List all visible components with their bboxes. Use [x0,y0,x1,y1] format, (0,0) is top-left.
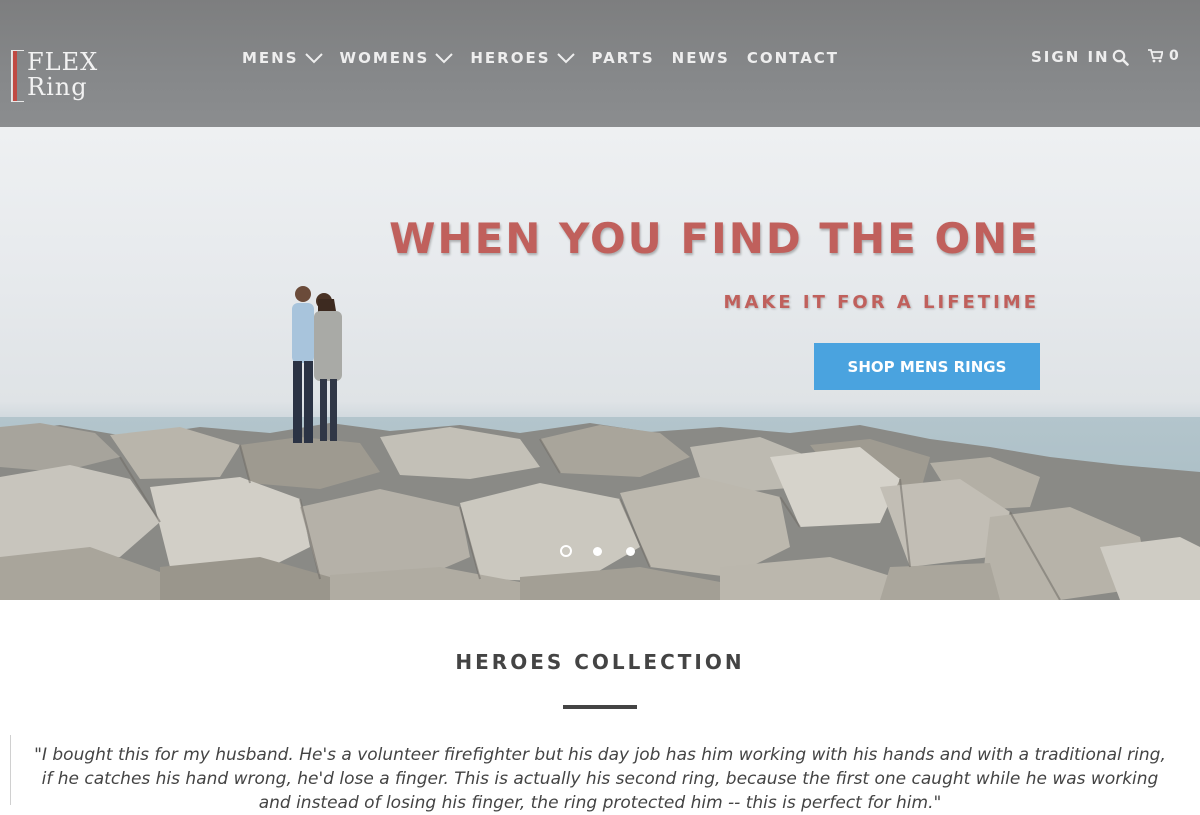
flex-ring-logo[interactable]: FLEX Ring [11,50,117,104]
nav-item-mens[interactable]: MENS [242,49,323,67]
shop-mens-rings-button[interactable]: SHOP MENS RINGS [814,343,1040,390]
nav-item-news[interactable]: NEWS [672,49,730,67]
slide-dot-2[interactable] [593,546,602,556]
main-nav: MENS WOMENS HEROES PARTS NEWS CONTACT [242,48,856,68]
cart-button[interactable]: 0 [1148,48,1179,64]
sign-in-link[interactable]: SIGN IN [1031,48,1110,66]
quote-border [10,735,11,805]
chevron-down-icon [435,52,454,64]
hero-subtitle: MAKE IT FOR A LIFETIME [723,292,1039,313]
couple-figures [292,286,342,443]
hero-slideshow: WHEN YOU FIND THE ONE MAKE IT FOR A LIFE… [0,127,1200,600]
site-header: FLEX Ring MENS WOMENS HEROES PARTS NEWS [0,0,1200,127]
slide-dot-1[interactable] [560,545,572,557]
chevron-down-icon [304,52,323,64]
search-icon[interactable] [1112,49,1129,66]
nav-item-label: PARTS [591,49,655,67]
nav-item-parts[interactable]: PARTS [592,49,655,67]
chevron-down-icon [556,52,575,64]
nav-item-heroes[interactable]: HEROES [470,49,575,67]
slide-dot-3[interactable] [626,546,635,556]
testimonial-quote: "I bought this for my husband. He's a vo… [34,745,1166,813]
nav-item-contact[interactable]: CONTACT [747,49,839,67]
cart-icon [1148,49,1164,63]
nav-item-label: CONTACT [746,49,840,67]
nav-item-label: HEROES [470,49,551,67]
cart-count: 0 [1169,48,1179,64]
nav-item-womens[interactable]: WOMENS [340,49,454,67]
hero-title: WHEN YOU FIND THE ONE [389,214,1040,263]
nav-item-label: WOMENS [339,49,430,67]
logo-text-flex: FLEX [27,48,99,76]
logo-text-ring: Ring [27,73,88,101]
slideshow-dots [560,545,659,557]
logo-accent-bar [12,51,17,101]
section-divider [563,705,637,709]
section-title: HEROES COLLECTION [455,650,745,674]
nav-item-label: MENS [242,49,299,67]
nav-item-label: NEWS [671,49,730,67]
